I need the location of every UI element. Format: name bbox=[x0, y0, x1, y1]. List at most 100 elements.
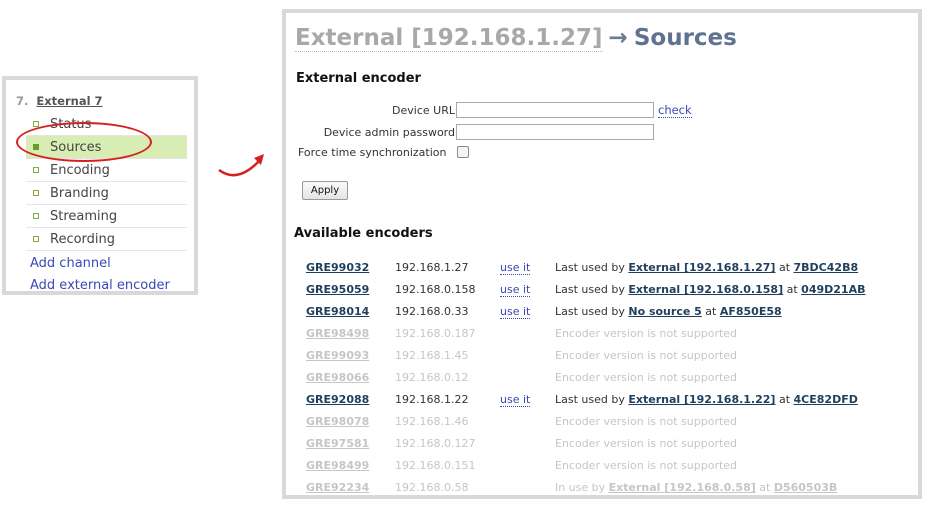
channel-sidebar: 7. External 7 Status Sources Encoding Br… bbox=[2, 76, 198, 295]
apply-button[interactable]: Apply bbox=[302, 181, 348, 200]
encoder-id-link: GRE98078 bbox=[306, 415, 370, 428]
channel-heading: 7. External 7 bbox=[16, 94, 103, 108]
encoder-ip: 192.168.1.27 bbox=[395, 261, 469, 274]
encoder-ip: 192.168.0.12 bbox=[395, 371, 469, 384]
available-encoders-heading: Available encoders bbox=[294, 226, 433, 241]
status-at: at bbox=[759, 481, 771, 494]
status-source-link: External [192.168.0.58] bbox=[608, 481, 756, 494]
status-at: at bbox=[778, 261, 791, 274]
table-row: GRE92234 192.168.0.58 In use by External [… bbox=[306, 477, 906, 495]
use-it-link[interactable]: use it bbox=[500, 393, 531, 407]
sidebar-item-streaming[interactable]: Streaming bbox=[26, 205, 187, 228]
device-url-input[interactable] bbox=[456, 102, 654, 118]
encoder-id-link: GRE98499 bbox=[306, 459, 370, 472]
encoder-status: Encoder version is not supported bbox=[555, 437, 737, 450]
status-serial-link[interactable]: AF850E58 bbox=[720, 305, 782, 318]
status-text: Encoder version is not supported bbox=[555, 327, 738, 340]
encoder-status: Encoder version is not supported bbox=[555, 327, 737, 340]
status-text: In use by bbox=[555, 481, 606, 494]
encoder-ip: 192.168.0.187 bbox=[395, 327, 476, 340]
add-external-encoder-link[interactable]: Add external encoder bbox=[30, 278, 170, 293]
encoder-id-link[interactable]: GRE92088 bbox=[306, 393, 369, 406]
bullet-icon bbox=[33, 236, 39, 242]
encoder-status: Last used by External [192.168.1.22] at … bbox=[555, 393, 858, 406]
status-text: Last used by bbox=[555, 261, 625, 274]
device-url-label: Device URL bbox=[392, 104, 455, 117]
table-row: GRE99093 192.168.1.45 Encoder version is n… bbox=[306, 345, 906, 367]
curved-arrow-icon bbox=[218, 154, 264, 177]
encoder-ip: 192.168.0.33 bbox=[395, 305, 469, 318]
channel-number: 7. bbox=[16, 94, 29, 108]
encoder-id-link: GRE98498 bbox=[306, 327, 370, 340]
status-at: at bbox=[705, 305, 717, 318]
use-it-link[interactable]: use it bbox=[500, 283, 531, 297]
breadcrumb-current: Sources bbox=[633, 25, 737, 51]
status-text: Encoder version is not supported bbox=[555, 371, 738, 384]
sidebar-item-label: Branding bbox=[50, 185, 109, 201]
channel-name-link[interactable]: External 7 bbox=[36, 94, 102, 108]
highlight-circle-annotation bbox=[16, 122, 152, 162]
check-link[interactable]: check bbox=[658, 104, 692, 118]
encoder-ip: 192.168.0.151 bbox=[395, 459, 476, 472]
encoder-status: Encoder version is not supported bbox=[555, 415, 737, 428]
encoder-status: Encoder version is not supported bbox=[555, 371, 737, 384]
encoder-id-link: GRE92234 bbox=[306, 481, 370, 494]
status-text: Encoder version is not supported bbox=[555, 349, 738, 362]
status-text: Encoder version is not supported bbox=[555, 415, 738, 428]
admin-password-input[interactable] bbox=[456, 124, 654, 140]
encoder-status: Encoder version is not supported bbox=[555, 349, 737, 362]
table-row: GRE99032 192.168.1.27 use it Last used by E… bbox=[306, 257, 906, 279]
encoder-status: Encoder version is not supported bbox=[555, 459, 737, 472]
status-at: at bbox=[778, 393, 791, 406]
sidebar-item-recording[interactable]: Recording bbox=[26, 228, 187, 251]
use-it-link[interactable]: use it bbox=[500, 305, 531, 319]
sidebar-item-label: Encoding bbox=[50, 162, 110, 178]
status-source-link[interactable]: No source 5 bbox=[628, 305, 701, 318]
breadcrumb-separator: → bbox=[608, 25, 628, 51]
status-at: at bbox=[786, 283, 798, 296]
status-source-link[interactable]: External [192.168.1.27] bbox=[628, 261, 775, 274]
table-row: GRE98499 192.168.0.151 Encoder version is … bbox=[306, 455, 906, 477]
table-row: GRE97581 192.168.0.127 Encoder version is … bbox=[306, 433, 906, 455]
time-sync-checkbox[interactable] bbox=[457, 146, 469, 158]
status-text: Encoder version is not supported bbox=[555, 459, 738, 472]
sources-panel: External [192.168.1.27] → Sources External… bbox=[282, 9, 922, 499]
status-text: Encoder version is not supported bbox=[555, 437, 738, 450]
status-source-link[interactable]: External [192.168.1.22] bbox=[628, 393, 775, 406]
status-serial-link[interactable]: 4CE82DFD bbox=[794, 393, 858, 406]
sidebar-item-encoding[interactable]: Encoding bbox=[26, 159, 187, 182]
add-channel-link[interactable]: Add channel bbox=[30, 256, 111, 271]
encoder-ip: 192.168.0.58 bbox=[395, 481, 469, 494]
table-row: GRE98498 192.168.0.187 Encoder version is … bbox=[306, 323, 906, 345]
encoder-id-link: GRE98066 bbox=[306, 371, 370, 384]
breadcrumb-parent-link[interactable]: External [192.168.1.27] bbox=[295, 25, 603, 52]
time-sync-label: Force time synchronization bbox=[298, 146, 447, 159]
bullet-icon bbox=[33, 213, 39, 219]
use-it-link[interactable]: use it bbox=[500, 261, 531, 275]
status-serial-link[interactable]: 049D21AB bbox=[801, 283, 865, 296]
page-title: External [192.168.1.27] → Sources bbox=[295, 25, 737, 52]
encoder-id-link[interactable]: GRE95059 bbox=[306, 283, 369, 296]
status-serial-link[interactable]: 7BDC42B8 bbox=[794, 261, 859, 274]
table-row: GRE98078 192.168.1.46 Encoder version is n… bbox=[306, 411, 906, 433]
encoder-status: Last used by External [192.168.0.158] at… bbox=[555, 283, 865, 296]
status-text: Last used by bbox=[555, 305, 625, 318]
sidebar-item-label: Streaming bbox=[50, 208, 118, 224]
admin-password-label: Device admin password bbox=[323, 126, 455, 139]
table-row: GRE98066 192.168.0.12 Encoder version is n… bbox=[306, 367, 906, 389]
encoder-id-link: GRE99093 bbox=[306, 349, 370, 362]
encoder-ip: 192.168.1.22 bbox=[395, 393, 469, 406]
sidebar-item-label: Recording bbox=[50, 231, 116, 247]
encoder-id-link[interactable]: GRE98014 bbox=[306, 305, 369, 318]
encoder-id-link[interactable]: GRE99032 bbox=[306, 261, 369, 274]
encoder-ip: 192.168.1.46 bbox=[395, 415, 469, 428]
status-source-link[interactable]: External [192.168.0.158] bbox=[628, 283, 783, 296]
encoder-id-link: GRE97581 bbox=[306, 437, 370, 450]
table-row: GRE92088 192.168.1.22 use it Last used by E… bbox=[306, 389, 906, 411]
encoder-status: In use by External [192.168.0.58] at D56… bbox=[555, 481, 837, 494]
encoder-ip: 192.168.1.45 bbox=[395, 349, 469, 362]
encoders-table: GRE99032 192.168.1.27 use it Last used by E… bbox=[306, 257, 906, 495]
table-row: GRE98014 192.168.0.33 use it Last used by N… bbox=[306, 301, 906, 323]
status-serial-link: D560503B bbox=[773, 481, 838, 494]
sidebar-item-branding[interactable]: Branding bbox=[26, 182, 187, 205]
